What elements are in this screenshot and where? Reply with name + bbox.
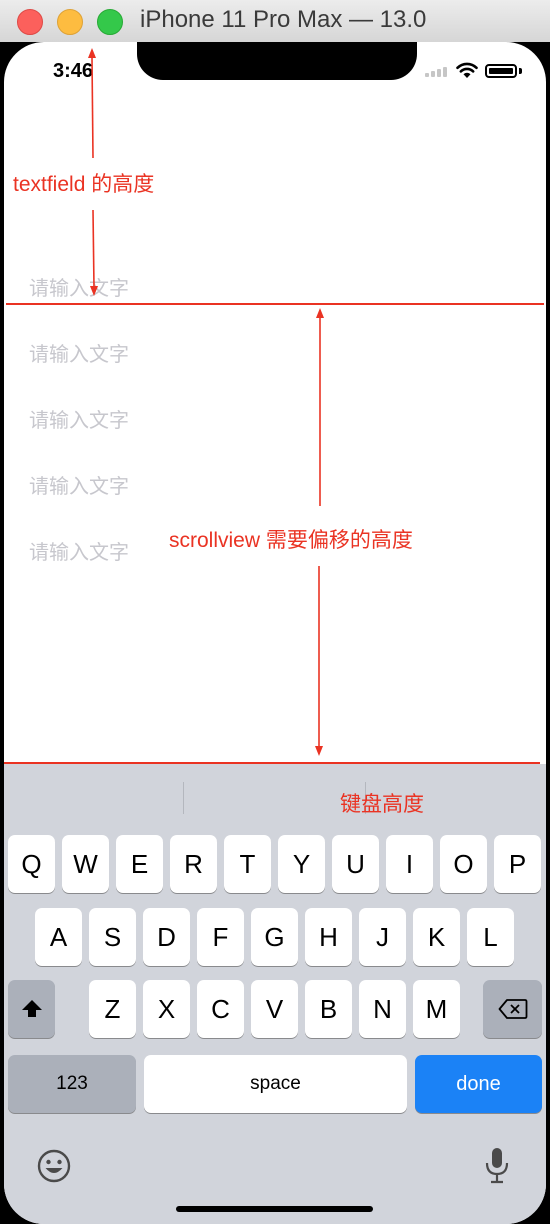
- signal-bar: [437, 69, 441, 77]
- key-t[interactable]: T: [224, 835, 271, 893]
- key-a[interactable]: A: [35, 908, 82, 966]
- text-field-5[interactable]: 请输入文字: [29, 536, 129, 565]
- key-w[interactable]: W: [62, 835, 109, 893]
- signal-bar: [443, 67, 447, 77]
- key-d[interactable]: D: [143, 908, 190, 966]
- zoom-window-button[interactable]: [97, 9, 123, 35]
- delete-icon: [498, 999, 527, 1019]
- microphone-icon[interactable]: [482, 1146, 512, 1186]
- key-m[interactable]: M: [413, 980, 460, 1038]
- keyboard: QWERTYUIOP ASDFGHJKL ZXCVBNM 123 space d…: [4, 764, 546, 1224]
- suggestion-divider: [183, 782, 184, 814]
- key-v[interactable]: V: [251, 980, 298, 1038]
- shift-key[interactable]: [8, 980, 55, 1038]
- key-x[interactable]: X: [143, 980, 190, 1038]
- annotation-keyboard-height: 键盘高度: [340, 793, 424, 816]
- key-b[interactable]: B: [305, 980, 352, 1038]
- text-field-2[interactable]: 请输入文字: [29, 338, 129, 367]
- text-field-3[interactable]: 请输入文字: [29, 404, 129, 433]
- device-notch: [137, 42, 417, 80]
- window-title: iPhone 11 Pro Max — 13.0: [140, 6, 427, 33]
- close-window-button[interactable]: [17, 9, 43, 35]
- battery-icon: [485, 64, 517, 78]
- key-z[interactable]: Z: [89, 980, 136, 1038]
- shift-icon: [21, 1000, 42, 1017]
- text-field-4[interactable]: 请输入文字: [29, 470, 129, 499]
- key-h[interactable]: H: [305, 908, 352, 966]
- key-i[interactable]: I: [386, 835, 433, 893]
- key-n[interactable]: N: [359, 980, 406, 1038]
- annotation-scroll-offset: scrollview 需要偏移的高度: [169, 529, 413, 552]
- textfield-bottom-line: [6, 303, 544, 305]
- key-y[interactable]: Y: [278, 835, 325, 893]
- home-indicator: [176, 1206, 373, 1212]
- key-q[interactable]: Q: [8, 835, 55, 893]
- key-k[interactable]: K: [413, 908, 460, 966]
- text-field-1[interactable]: 请输入文字: [29, 272, 129, 301]
- battery-tip: [519, 68, 522, 74]
- key-u[interactable]: U: [332, 835, 379, 893]
- key-e[interactable]: E: [116, 835, 163, 893]
- key-p[interactable]: P: [494, 835, 541, 893]
- key-j[interactable]: J: [359, 908, 406, 966]
- key-r[interactable]: R: [170, 835, 217, 893]
- emoji-icon[interactable]: [36, 1148, 72, 1184]
- status-time: 3:46: [53, 60, 94, 82]
- key-c[interactable]: C: [197, 980, 244, 1038]
- annotation-textfield-height: textfield 的高度: [13, 173, 155, 196]
- done-key[interactable]: done: [415, 1055, 542, 1113]
- device-frame: 3:46 请输入文字 请输入文字 请输入文字 请输入文字 请输入文字 textf…: [0, 42, 550, 1224]
- key-g[interactable]: G: [251, 908, 298, 966]
- key-o[interactable]: O: [440, 835, 487, 893]
- device-screen: 3:46 请输入文字 请输入文字 请输入文字 请输入文字 请输入文字 textf…: [4, 42, 546, 1224]
- signal-bar: [431, 71, 435, 77]
- key-l[interactable]: L: [467, 908, 514, 966]
- wifi-icon: [456, 62, 478, 78]
- numbers-key[interactable]: 123: [8, 1055, 136, 1113]
- delete-key[interactable]: [483, 980, 542, 1038]
- key-f[interactable]: F: [197, 908, 244, 966]
- space-key[interactable]: space: [144, 1055, 407, 1113]
- simulator-title-bar: iPhone 11 Pro Max — 13.0: [0, 0, 550, 43]
- minimize-window-button[interactable]: [57, 9, 83, 35]
- signal-bar: [425, 73, 429, 77]
- key-s[interactable]: S: [89, 908, 136, 966]
